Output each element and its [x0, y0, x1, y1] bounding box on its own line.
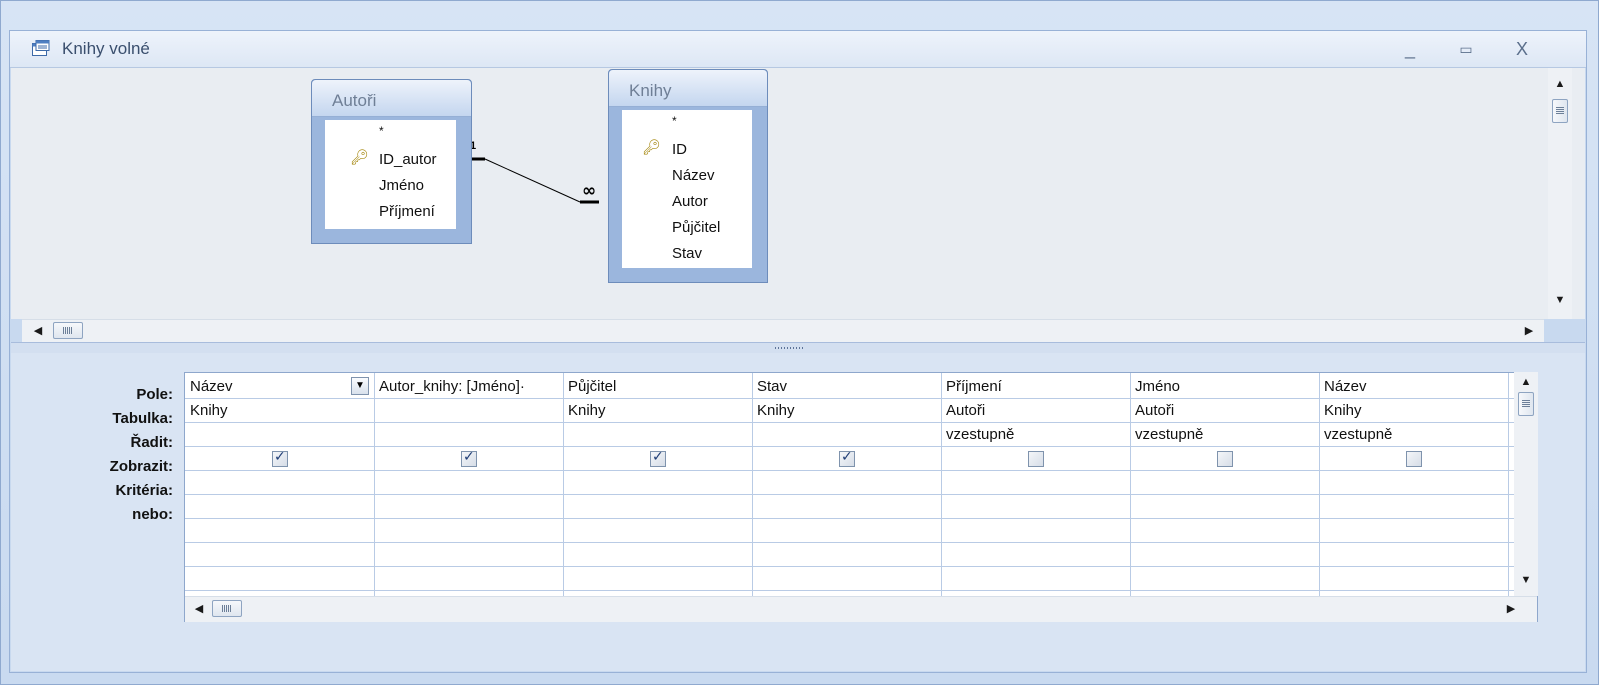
row-label-show: Zobrazit: [109, 458, 173, 475]
grid-field-cell[interactable]: Stav [757, 378, 787, 395]
grid-table-cell[interactable]: Knihy [757, 402, 795, 419]
field-item[interactable]: Příjmení [379, 203, 435, 220]
show-checkbox[interactable] [461, 449, 477, 467]
scroll-thumb[interactable] [212, 600, 242, 617]
grid-field-cell[interactable]: Název [1324, 378, 1367, 395]
field-item[interactable]: Jméno [379, 177, 424, 194]
grid-table-cell[interactable]: Knihy [1324, 402, 1362, 419]
show-checkbox[interactable] [839, 449, 855, 467]
field-list[interactable]: * 🔑︎ ID Název Autor Půjčitel Stav [622, 110, 752, 268]
grid-table-cell[interactable]: Autoři [946, 402, 985, 419]
grid-field-cell[interactable]: Jméno [1135, 378, 1180, 395]
row-label-criteria: Kritéria: [115, 482, 173, 499]
show-checkbox[interactable] [1406, 451, 1422, 467]
field-item[interactable]: ID [672, 141, 687, 158]
primary-key-icon: 🔑︎ [642, 139, 662, 156]
table-box-title[interactable]: Knihy [609, 70, 767, 107]
grid-vertical-scrollbar[interactable]: ▲ ▼ [1514, 372, 1538, 596]
relationship-many-label: ∞ [582, 181, 597, 201]
field-item[interactable]: * [379, 124, 384, 138]
grid-sort-cell[interactable]: vzestupně [1324, 426, 1392, 443]
dropdown-icon[interactable]: ▼ [351, 377, 369, 395]
row-label-table: Tabulka: [112, 410, 173, 427]
show-checkbox[interactable] [1028, 451, 1044, 467]
show-checkbox[interactable] [272, 449, 288, 467]
scroll-down-arrow[interactable]: ▼ [1552, 292, 1568, 308]
scroll-right-arrow[interactable]: ▶ [1503, 601, 1519, 617]
scroll-thumb[interactable] [1518, 392, 1534, 416]
diagram-vertical-scrollbar[interactable]: ▲ ▼ [1548, 68, 1572, 319]
show-checkbox[interactable] [1217, 451, 1233, 467]
grid-table-cell[interactable]: Knihy [568, 402, 606, 419]
field-item[interactable]: Půjčitel [672, 219, 720, 236]
grid-field-cell[interactable]: Příjmení [946, 378, 1002, 395]
field-item[interactable]: Stav [672, 245, 702, 262]
grid-sort-cell[interactable]: vzestupně [946, 426, 1014, 443]
scroll-up-arrow[interactable]: ▲ [1518, 374, 1534, 390]
table-name: Autoři [332, 91, 377, 110]
field-item[interactable]: ID_autor [379, 151, 437, 168]
row-label-field: Pole: [136, 386, 173, 403]
scroll-up-arrow[interactable]: ▲ [1552, 76, 1568, 92]
grid-field-cell[interactable]: Půjčitel [568, 378, 616, 395]
scroll-left-arrow[interactable]: ◀ [191, 601, 207, 617]
query-design-grid[interactable]: Název ▼ Knihy Autor_knihy: [Jméno]· Půjč… [184, 372, 1538, 622]
grid-table-cell[interactable]: Knihy [190, 402, 228, 419]
grid-field-cell[interactable]: Název [190, 378, 350, 395]
scroll-thumb[interactable] [1552, 99, 1568, 123]
grid-table-cell[interactable]: Autoři [1135, 402, 1174, 419]
grid-field-cell[interactable]: Autor_knihy: [Jméno]· [379, 378, 563, 395]
row-label-or: nebo: [132, 506, 173, 523]
scroll-thumb[interactable] [53, 322, 83, 339]
grid-sort-cell[interactable]: vzestupně [1135, 426, 1203, 443]
diagram-horizontal-scrollbar[interactable]: ◀ ▶ [22, 319, 1544, 342]
grid-horizontal-scrollbar[interactable]: ◀ ▶ [185, 596, 1537, 622]
primary-key-icon: 🔑︎ [350, 149, 370, 166]
scroll-left-arrow[interactable]: ◀ [30, 323, 46, 339]
field-item[interactable]: Autor [672, 193, 708, 210]
field-item[interactable]: Název [672, 167, 715, 184]
scroll-right-arrow[interactable]: ▶ [1521, 323, 1537, 339]
field-list[interactable]: * 🔑︎ ID_autor Jméno Příjmení [325, 120, 456, 229]
scroll-down-arrow[interactable]: ▼ [1518, 572, 1534, 588]
splitter-grip[interactable] [775, 347, 805, 349]
table-box-knihy[interactable]: Knihy * 🔑︎ ID Název Autor Půjčitel Stav [608, 69, 768, 283]
table-name: Knihy [629, 81, 672, 100]
row-label-sort: Řadit: [130, 434, 174, 451]
show-checkbox[interactable] [650, 449, 666, 467]
table-box-title[interactable]: Autoři [312, 80, 471, 117]
field-item[interactable]: * [672, 114, 677, 128]
table-box-autori[interactable]: Autoři * 🔑︎ ID_autor Jméno Příjmení [311, 79, 472, 244]
